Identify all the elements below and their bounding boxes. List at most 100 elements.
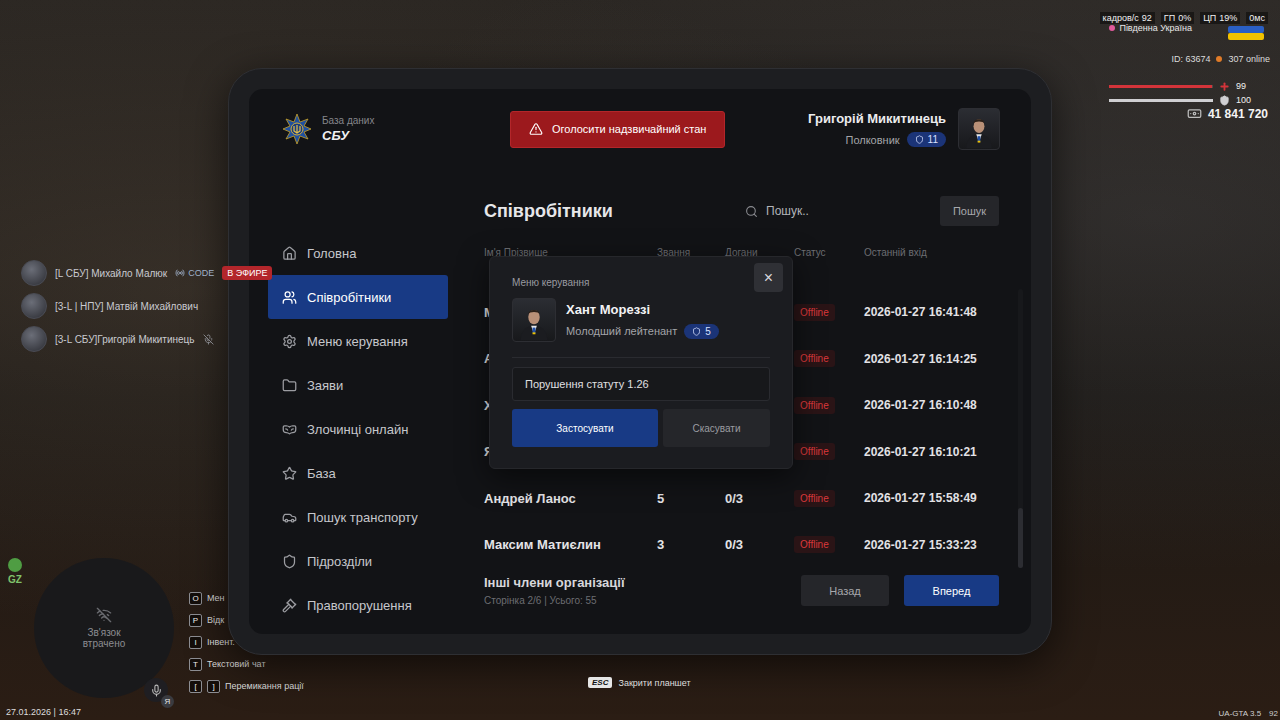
shield-icon bbox=[915, 135, 924, 144]
key-cap: ] bbox=[207, 680, 220, 693]
prev-button[interactable]: Назад bbox=[801, 575, 889, 606]
voice-row: [3-L СБУ]Григорій Микитинець bbox=[21, 326, 272, 352]
table-row[interactable]: Максим Матиєлин30/3Offline2026-01-27 15:… bbox=[484, 522, 999, 569]
page-title: Співробітники bbox=[484, 201, 745, 222]
voice-name: [L СБУ] Михайло Малюк bbox=[55, 268, 167, 279]
sidebar-item[interactable]: Головна bbox=[268, 231, 448, 275]
close-hint: ESC Закрити планшет bbox=[588, 677, 691, 688]
status-badge: Offline bbox=[794, 304, 835, 321]
search-field[interactable]: Пошук.. bbox=[745, 204, 940, 218]
key-cap: ESC bbox=[588, 677, 612, 688]
scrollbar-thumb[interactable] bbox=[1018, 508, 1023, 568]
apply-button[interactable]: Застосувати bbox=[512, 409, 658, 447]
mic-icon bbox=[150, 684, 163, 697]
user-name: Григорій Микитинець bbox=[808, 111, 946, 126]
hint-label: Мен bbox=[207, 593, 225, 603]
voice-avatar bbox=[21, 260, 47, 286]
next-button[interactable]: Вперед bbox=[904, 575, 999, 606]
sidebar-item[interactable]: Меню керування bbox=[268, 319, 448, 363]
mic-badge: Я bbox=[161, 695, 174, 708]
sidebar-item[interactable]: Пошук транспорту bbox=[268, 495, 448, 539]
person-icon bbox=[513, 298, 555, 341]
emergency-button[interactable]: Оголосити надзвичайний стан bbox=[510, 111, 725, 148]
voice-avatar bbox=[21, 326, 47, 352]
voice-list: [L СБУ] Михайло Малюк CODE В ЭФИРЕ [3-L | Н… bbox=[21, 260, 272, 352]
status-badge: Offline bbox=[794, 490, 835, 507]
radio-icon bbox=[175, 268, 185, 278]
sidebar-item[interactable]: Правопорушення bbox=[268, 583, 448, 627]
version-label: UA-GTA 3.592 bbox=[1219, 709, 1278, 718]
health-bar bbox=[1109, 85, 1213, 88]
voice-avatar bbox=[21, 293, 47, 319]
status-badge: Offline bbox=[794, 397, 835, 414]
armor-value: 100 bbox=[1236, 95, 1256, 105]
warnings-cell: 0/3 bbox=[725, 491, 794, 506]
page-info: Сторінка 2/6 | Усього: 55 bbox=[484, 595, 786, 606]
level-badge: 5 bbox=[684, 324, 719, 339]
key-cap: T bbox=[189, 658, 202, 671]
performance-item: ЦП19% bbox=[1200, 12, 1240, 24]
sbu-logo-icon bbox=[282, 113, 312, 145]
performance-bar: кадров/с92ГП0%ЦП19%0мс bbox=[1100, 12, 1268, 24]
sidebar-item[interactable]: Злочинці онлайн bbox=[268, 407, 448, 451]
tablet-screen: База данихСБУОголосити надзвичайний стан… bbox=[249, 89, 1031, 634]
health-fill bbox=[1109, 85, 1212, 88]
sidebar-item[interactable]: База bbox=[268, 451, 448, 495]
date-time: 27.01.2026 | 16:47 bbox=[6, 707, 81, 717]
hint-label: Закрити планшет bbox=[618, 678, 690, 688]
code-tag: CODE bbox=[175, 268, 214, 278]
warning-icon bbox=[529, 122, 543, 136]
member-avatar bbox=[512, 298, 556, 342]
last-login-cell: 2026-01-27 16:14:25 bbox=[864, 352, 999, 366]
close-button[interactable]: × bbox=[754, 263, 783, 292]
player-id: ID: 63674 bbox=[1171, 54, 1210, 64]
mic-button[interactable]: Я bbox=[144, 678, 168, 702]
sidebar-item[interactable]: Заяви bbox=[268, 363, 448, 407]
member-name: Хант Мореззі bbox=[566, 302, 719, 317]
column-header: Статус bbox=[794, 247, 864, 258]
brand-caption: База даних bbox=[322, 115, 374, 126]
voice-name: [3-L СБУ]Григорій Микитинець bbox=[55, 334, 195, 345]
name-cell: Андрей Ланос bbox=[484, 491, 657, 506]
status-badge: Offline bbox=[794, 350, 835, 367]
footer-title: Інші члени організації bbox=[484, 575, 786, 590]
key-hint: []Перемикання рації bbox=[189, 676, 304, 696]
member-card: Хант МореззіМолодший лейтенант5 bbox=[512, 298, 770, 342]
cancel-button[interactable]: Скасувати bbox=[663, 409, 770, 447]
table-footer: Інші члени організації Сторінка 2/6 | Усь… bbox=[484, 575, 999, 606]
hint-label: Перемикання рації bbox=[225, 681, 304, 691]
user-profile: Григорій МикитинецьПолковник11 bbox=[808, 108, 1000, 150]
hint-label: Відк bbox=[207, 615, 224, 625]
key-cap: I bbox=[189, 636, 202, 649]
car-icon bbox=[282, 510, 297, 525]
armor-row: 100 bbox=[1109, 93, 1256, 107]
live-badge: В ЭФИРЕ bbox=[222, 266, 272, 280]
last-login-cell: 2026-01-27 15:58:49 bbox=[864, 491, 999, 505]
minimap-status: Зв'язок втрачено bbox=[72, 627, 136, 649]
armor-bar bbox=[1109, 99, 1213, 102]
money-icon bbox=[1187, 106, 1202, 121]
gavel-icon bbox=[282, 598, 297, 613]
online-dot bbox=[1216, 56, 1222, 62]
search-button[interactable]: Пошук bbox=[940, 196, 999, 226]
health-value: 99 bbox=[1236, 81, 1256, 91]
hint-label: Інвент. bbox=[207, 637, 235, 647]
table-row[interactable]: Андрей Ланос50/3Offline2026-01-27 15:58:… bbox=[484, 475, 999, 522]
voice-name: [3-L | НПУ] Матвій Михайлович bbox=[55, 301, 198, 312]
sidebar: ГоловнаСпівробітникиМеню керуванняЗаявиЗ… bbox=[268, 169, 448, 634]
mask-icon bbox=[282, 422, 297, 437]
scrollbar[interactable] bbox=[1018, 289, 1023, 568]
sidebar-item[interactable]: Співробітники bbox=[268, 275, 448, 319]
reason-input[interactable]: Порушення статуту 1.26 bbox=[512, 367, 770, 401]
player-info: ID: 63674307 online bbox=[1171, 54, 1270, 64]
sidebar-item[interactable]: Підрозділи bbox=[268, 539, 448, 583]
money: 41 841 720 bbox=[1187, 106, 1268, 121]
zone-dot bbox=[8, 558, 22, 572]
mic-off-icon bbox=[203, 334, 214, 345]
gear-icon bbox=[282, 334, 297, 349]
level-badge: 11 bbox=[907, 132, 946, 147]
last-login-cell: 2026-01-27 16:41:48 bbox=[864, 305, 999, 319]
column-header: Останній вхід bbox=[864, 247, 999, 258]
hint-label: Текстовий чат bbox=[207, 659, 266, 669]
performance-item: 0мс bbox=[1246, 12, 1268, 24]
